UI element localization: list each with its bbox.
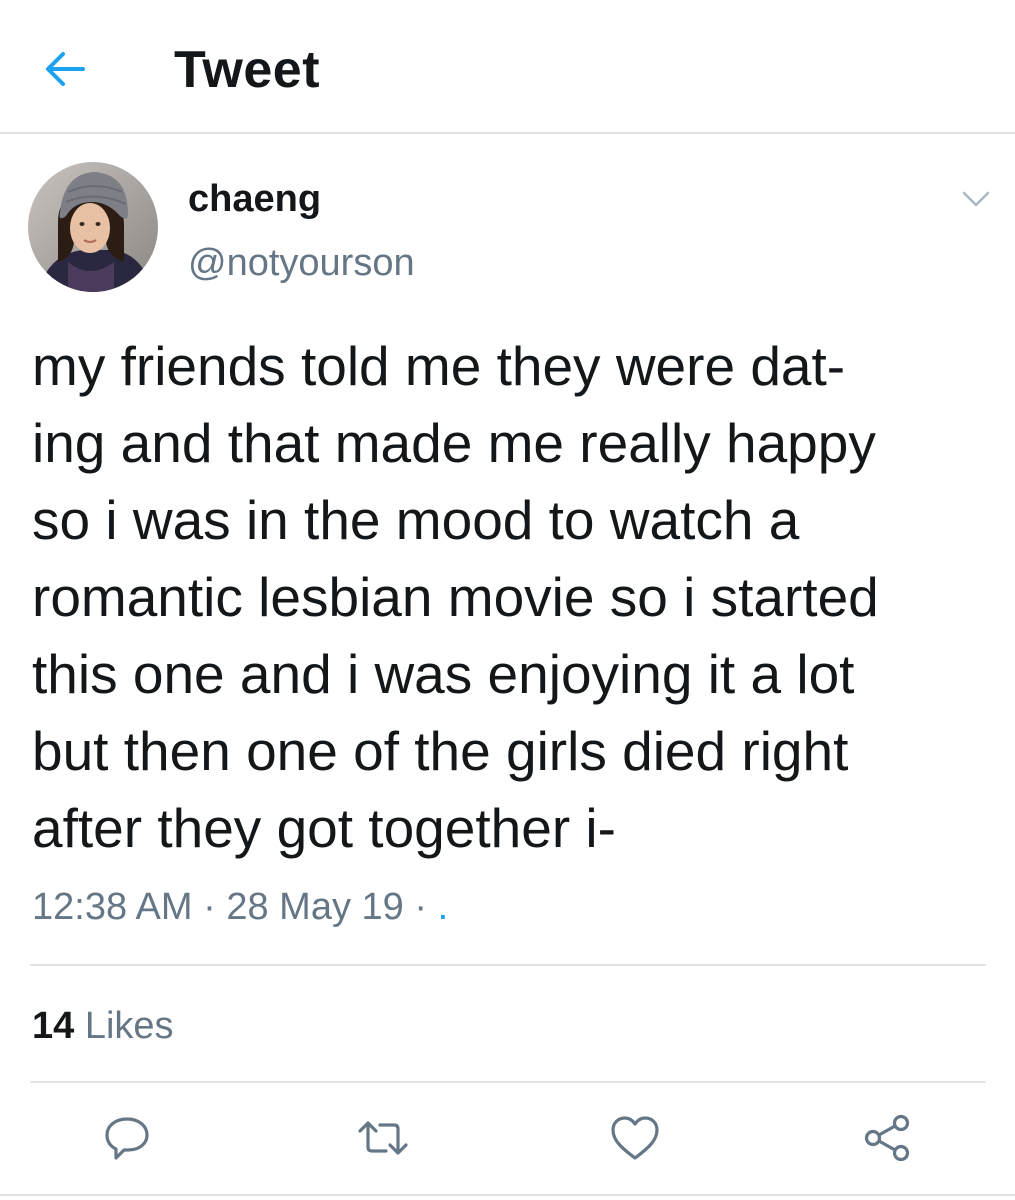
reply-button[interactable] <box>97 1108 157 1168</box>
tweet-text-line: but then one of the girls died right <box>32 720 849 782</box>
tweet-time: 12:38 AM <box>32 886 193 928</box>
tweet-text-line: this one and i was enjoying it a lot <box>32 643 855 705</box>
likes-label: Likes <box>84 1005 174 1047</box>
tweet-text-line: my friends told me they were dat- <box>32 335 846 397</box>
author-handle[interactable]: @notyourson <box>188 242 415 285</box>
avatar-photo <box>28 162 158 292</box>
tweet-timestamp: 12:38 AM · 28 May 19 · . <box>32 886 448 929</box>
top-bar: Tweet <box>0 0 1015 134</box>
tweet-text-line: after they got together i- <box>32 797 616 859</box>
meta-separator: · <box>192 886 227 928</box>
avatar[interactable] <box>28 162 158 292</box>
divider <box>0 1194 1015 1196</box>
tweet-text-line: so i was in the mood to watch a <box>32 489 800 551</box>
share-button[interactable] <box>857 1108 917 1168</box>
likes-count: 14 <box>32 1005 75 1047</box>
share-icon <box>864 1114 910 1162</box>
like-heart-icon <box>611 1116 659 1160</box>
retweet-button[interactable] <box>353 1108 413 1168</box>
tweet-source-link[interactable]: . <box>438 886 449 928</box>
tweet-text: my friends told me they were dat- ing an… <box>32 328 992 867</box>
divider <box>30 1081 986 1083</box>
back-button[interactable] <box>40 44 90 94</box>
retweet-icon <box>358 1121 408 1155</box>
likes-stat[interactable]: 14 Likes <box>32 1005 174 1048</box>
reply-icon <box>105 1117 149 1160</box>
author-display-name[interactable]: chaeng <box>188 178 321 221</box>
tweet-date: 28 May 19 <box>226 886 404 928</box>
meta-separator: · <box>403 886 438 928</box>
page-title: Tweet <box>174 41 321 99</box>
tweet-text-line: ing and that made me really happy <box>32 412 876 474</box>
divider <box>30 964 986 966</box>
tweet-menu-button[interactable] <box>958 184 994 214</box>
back-arrow-icon <box>46 52 85 86</box>
chevron-down-icon <box>962 191 990 207</box>
tweet-text-line: romantic lesbian movie so i started <box>32 566 879 628</box>
like-button[interactable] <box>605 1108 665 1168</box>
